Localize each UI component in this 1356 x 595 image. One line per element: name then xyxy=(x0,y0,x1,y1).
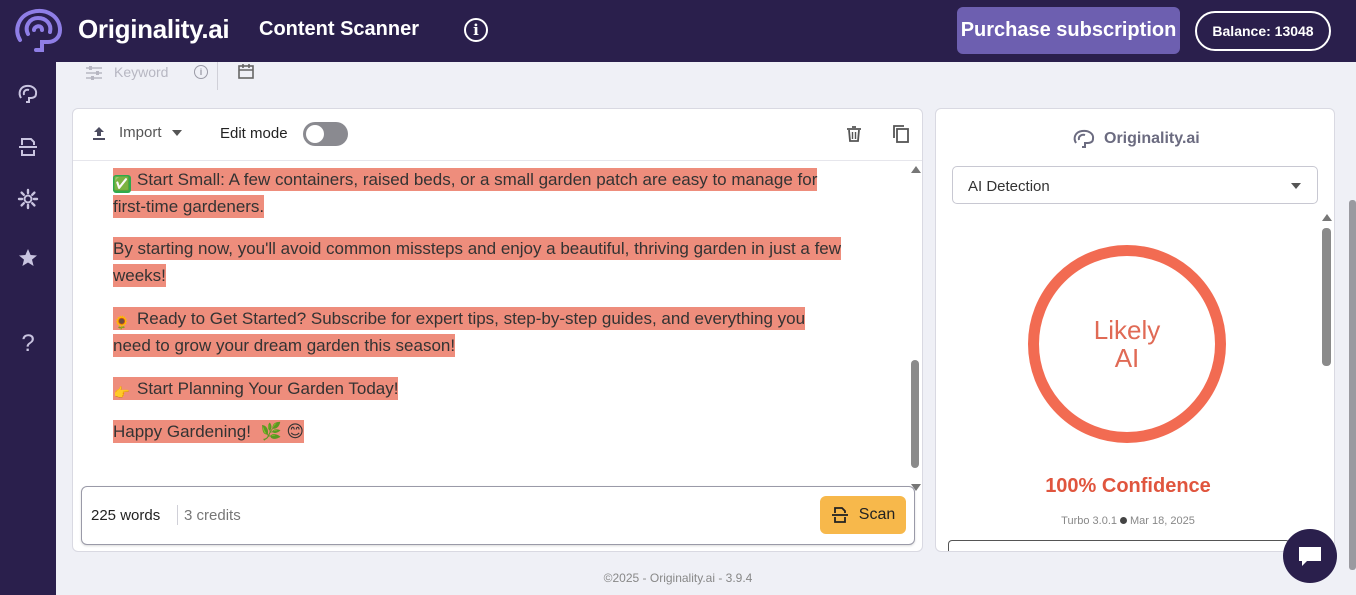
result-label: Likely AI xyxy=(1093,315,1161,373)
confidence-score: 100% Confidence xyxy=(1045,475,1211,497)
results-panel: Originality.ai AI Detection Likely AI 10… xyxy=(935,108,1335,552)
scan-icon xyxy=(831,507,848,523)
scroll-up-icon[interactable] xyxy=(911,166,921,173)
scrollbar-thumb[interactable] xyxy=(911,360,919,468)
results-next-section xyxy=(948,540,1290,551)
chat-icon xyxy=(1299,547,1321,566)
scan-icon xyxy=(19,138,37,156)
copyright: ©2025 - Originality.ai - 3.9.4 xyxy=(603,571,753,585)
edit-mode-toggle[interactable] xyxy=(303,122,348,146)
help-icon[interactable]: ? xyxy=(16,330,40,357)
editor-panel: Import Edit mode ✅ Start Small: A few con… xyxy=(72,108,923,552)
editor-toolbar: Import Edit mode xyxy=(73,109,922,161)
toggle-knob xyxy=(306,125,324,143)
page-title: Content Scanner xyxy=(259,18,420,40)
chat-button[interactable] xyxy=(1283,529,1337,583)
text-paragraph: ✅ Start Small: A few containers, raised b… xyxy=(113,168,818,218)
text-paragraph: Happy Gardening! 🌿 😊 xyxy=(113,420,305,443)
scan-label: Scan xyxy=(858,506,896,523)
results-brand: Originality.ai xyxy=(1072,129,1200,149)
upload-icon xyxy=(93,126,105,140)
star-icon xyxy=(19,249,37,266)
trash-icon[interactable] xyxy=(846,125,862,143)
scan-button[interactable]: Scan xyxy=(820,496,906,534)
page-scrollbar[interactable] xyxy=(1349,200,1356,570)
sidebar-item-settings[interactable] xyxy=(16,187,40,211)
copy-icon[interactable] xyxy=(892,124,910,144)
detection-type-select[interactable]: AI Detection xyxy=(952,166,1318,204)
purchase-subscription-button[interactable]: Purchase subscription xyxy=(957,7,1180,54)
info-icon[interactable]: i xyxy=(464,18,488,42)
editor-text-area[interactable]: ✅ Start Small: A few containers, raised b… xyxy=(73,162,922,484)
import-label: Import xyxy=(119,124,162,141)
text-paragraph: By starting now, you'll avoid common mis… xyxy=(113,237,842,287)
sliders-icon[interactable] xyxy=(84,64,104,82)
pointing-hand-emoji-icon: 👉 xyxy=(113,385,131,400)
results-scrollbar[interactable] xyxy=(1320,214,1334,551)
result-ring: Likely AI xyxy=(1028,245,1226,443)
model-info: Turbo 3.0.1 Mar 18, 2025 xyxy=(1061,515,1195,527)
chevron-down-icon xyxy=(1291,183,1301,189)
editor-footer: 225 words 3 credits Scan xyxy=(81,486,915,545)
sidebar-item-scans[interactable] xyxy=(16,135,40,159)
sidebar: ? xyxy=(0,62,56,595)
brand-name[interactable]: Originality.ai xyxy=(78,14,230,45)
calendar-icon[interactable] xyxy=(237,64,255,80)
editor-scrollbar[interactable] xyxy=(910,162,922,492)
brain-logo-icon xyxy=(1073,129,1095,148)
import-button[interactable]: Import xyxy=(91,124,182,141)
top-bar: Originality.ai Content Scanner i Purchas… xyxy=(0,0,1356,62)
sidebar-item-scanner[interactable] xyxy=(16,82,40,106)
dot-separator xyxy=(1120,517,1128,524)
brain-icon xyxy=(18,84,38,103)
sidebar-item-favorites[interactable] xyxy=(16,246,40,270)
check-emoji-icon: ✅ xyxy=(113,175,131,193)
brain-logo-icon[interactable] xyxy=(12,6,66,56)
edit-mode-label: Edit mode xyxy=(220,125,288,142)
plant-smile-emoji-icon: 🌿 😊 xyxy=(260,422,305,441)
word-count: 225 words xyxy=(91,507,161,524)
footer-divider xyxy=(177,505,178,525)
chevron-down-icon xyxy=(171,129,182,136)
sunflower-emoji-icon: 🌻 xyxy=(113,315,131,330)
gear-icon xyxy=(17,188,39,210)
keyword-info-icon[interactable]: i xyxy=(194,65,208,79)
toolbar-divider xyxy=(217,62,218,90)
keyword-label[interactable]: Keyword xyxy=(114,64,168,80)
balance-badge[interactable]: Balance: 13048 xyxy=(1195,11,1331,51)
select-value: AI Detection xyxy=(968,178,1050,195)
text-paragraph: 🌻 Ready to Get Started? Subscribe for exp… xyxy=(113,307,806,357)
credit-count: 3 credits xyxy=(184,507,241,524)
text-paragraph: 👉 Start Planning Your Garden Today! xyxy=(113,377,399,400)
scroll-up-icon[interactable] xyxy=(1322,214,1332,221)
scrollbar-thumb[interactable] xyxy=(1322,228,1331,366)
